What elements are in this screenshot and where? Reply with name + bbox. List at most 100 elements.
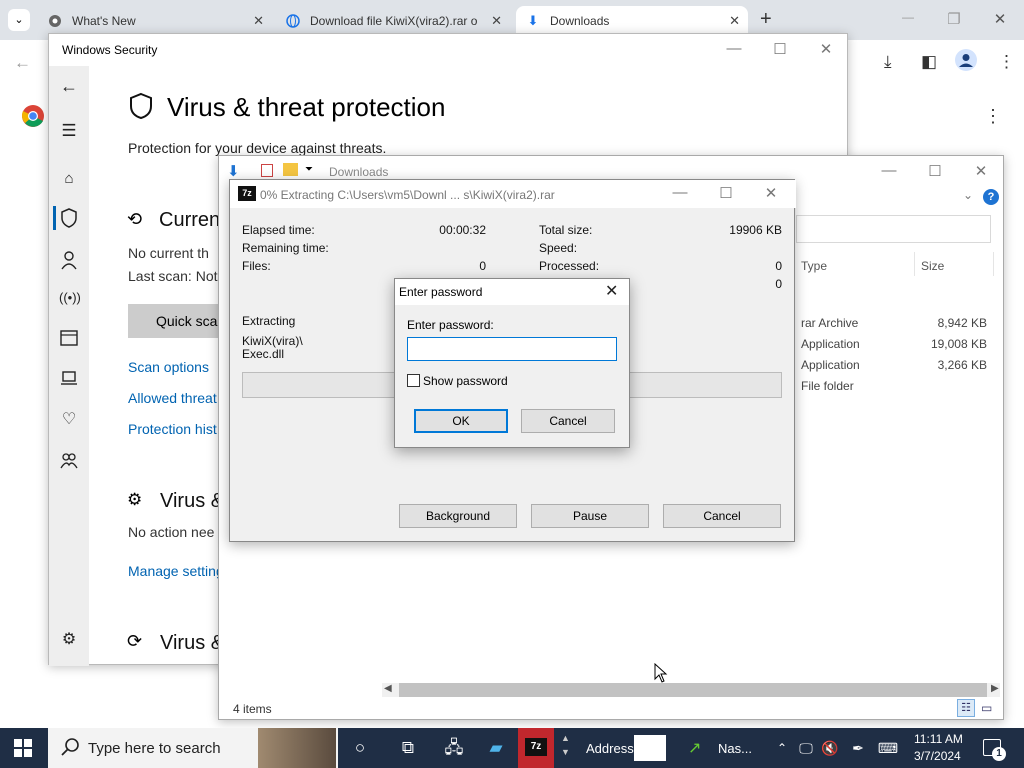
7zip-logo-icon: 7z [238,186,256,201]
ws-title: Windows Security [62,43,158,57]
task-view-icon[interactable]: ⧉ [396,736,420,760]
tab-close-button[interactable]: ✕ [729,13,740,29]
nas-app-icon[interactable]: ↗ [688,738,701,758]
cancel-button[interactable]: Cancel [521,409,615,433]
taskbar-scroll-icon[interactable]: ▲ ▼ [561,731,570,759]
ws-minimize-button[interactable]: — [724,40,744,57]
scrollbar-thumb[interactable] [399,683,987,697]
folder-icon[interactable] [283,163,298,176]
tab-close-button[interactable]: ✕ [253,13,264,29]
quick-access-dropdown-icon[interactable]: ⏷ [305,164,313,175]
extracting-label: Extracting [242,314,296,328]
manage-settings-link[interactable]: Manage setting [128,563,224,579]
details-view-icon[interactable]: ☷ [957,699,975,717]
download-icon[interactable]: ⤓ [884,52,892,72]
current-threats-heading: Curren [159,209,221,231]
app-browser-icon[interactable] [59,329,79,349]
page-kebab-icon[interactable]: ⋮ [984,106,1002,127]
shield-icon[interactable] [59,208,79,228]
file-type: Application [801,358,860,372]
address-toolbar-label: Address [586,741,634,756]
network-tray-icon[interactable]: 🖵 [794,736,818,760]
tab-downloads[interactable]: ⬇ Downloads ✕ [516,6,748,36]
tab-label: Downloads [550,14,610,28]
current-path: KiwiX(vira)\ [242,334,303,348]
scroll-right-icon[interactable]: ▶ [991,683,999,694]
password-input[interactable] [407,337,617,361]
explorer-title: Downloads [329,165,389,179]
show-password-label[interactable]: Show password [423,374,508,388]
close-icon[interactable]: ✕ [605,281,618,301]
ok-button[interactable]: OK [414,409,508,433]
background-button[interactable]: Background [399,504,517,528]
settings-gear-icon[interactable]: ⚙ [59,629,79,649]
browser-close-button[interactable]: ✕ [990,10,1010,28]
family-icon[interactable] [59,451,79,471]
large-icons-view-icon[interactable]: ▭ [981,701,992,715]
page-title: Virus & threat protection [167,92,446,122]
enter-password-dialog: Enter password ✕ Enter password: Show pa… [394,278,630,448]
back-arrow-icon[interactable]: ← [14,53,31,73]
keyboard-icon[interactable]: ⌨ [876,736,900,760]
explorer-minimize-button[interactable]: — [879,162,899,179]
tab-whats-new[interactable]: What's New ✕ [38,6,272,36]
browser-minimize-button[interactable]: — [898,10,918,24]
zip-maximize-button[interactable]: ☐ [716,184,736,202]
account-icon[interactable] [59,250,79,270]
menu-kebab-icon[interactable]: ⋮ [998,52,1015,72]
zip-minimize-button[interactable]: — [670,184,690,201]
pen-icon[interactable]: ✒ [846,736,870,760]
new-tab-button[interactable]: + [760,8,772,31]
scroll-left-icon[interactable]: ◀ [384,683,392,694]
total-size-label: Total size: [539,223,593,237]
browser-restore-button[interactable]: ❐ [944,10,964,28]
tab-search-dropdown[interactable]: ⌄ [8,9,30,31]
properties-icon[interactable] [261,164,273,177]
ws-close-button[interactable]: ✕ [816,40,836,58]
explorer-close-button[interactable]: ✕ [971,162,991,180]
side-panel-icon[interactable]: ◧ [921,52,937,72]
speed-label: Speed: [539,241,578,255]
download-icon: ⬇ [527,13,539,28]
column-header-type[interactable]: Type [801,259,827,273]
taskbar-search-box[interactable]: Type here to search [48,728,338,768]
allowed-threats-link[interactable]: Allowed threat [128,390,217,406]
compressed-value: 0 [775,277,782,291]
volume-muted-icon[interactable]: 🔇 [818,736,842,760]
protection-settings-heading: Virus & [160,490,225,512]
clock-date[interactable]: 3/7/2024 [914,749,961,763]
zip-close-button[interactable]: ✕ [761,184,781,202]
tab-download-file[interactable]: Download file KiwiX(vira2).rar o ✕ [276,6,510,36]
tab-close-button[interactable]: ✕ [491,13,502,29]
column-header-size[interactable]: Size [921,259,944,273]
hidden-icons-chevron-icon[interactable]: ⌃ [770,736,794,760]
remote-desktop-icon[interactable]: ▰ [484,736,508,760]
cortana-circle-icon[interactable]: ○ [348,736,372,760]
health-heart-icon[interactable]: ♡ [59,409,79,429]
ribbon-expand-icon[interactable]: ⌄ [963,188,973,202]
status-item-count: 4 items [233,702,272,716]
profile-icon[interactable] [955,49,977,76]
network-app-icon[interactable]: 🖧 [442,736,466,760]
help-icon[interactable]: ? [983,189,999,205]
scan-options-link[interactable]: Scan options [128,359,209,375]
search-box[interactable] [796,215,991,243]
cancel-extract-button[interactable]: Cancel [663,504,781,528]
windows-start-icon[interactable] [14,739,32,760]
show-password-checkbox[interactable] [407,374,420,387]
home-icon[interactable]: ⌂ [59,170,79,190]
pw-titlebar: Enter password ✕ [395,279,629,305]
ws-maximize-button[interactable]: ☐ [770,40,790,58]
clock-time[interactable]: 11:11 AM [914,732,963,746]
pause-button[interactable]: Pause [531,504,649,528]
back-arrow-icon[interactable]: ← [59,76,79,96]
hamburger-icon[interactable]: ☰ [59,121,79,141]
network-icon[interactable]: ((•)) [59,290,81,310]
address-input[interactable] [634,735,666,761]
protection-history-link[interactable]: Protection hist [128,421,217,437]
search-icon [60,737,80,760]
nas-app-label[interactable]: Nas... [718,741,752,756]
device-security-icon[interactable] [59,369,79,389]
explorer-maximize-button[interactable]: ☐ [925,162,945,180]
current-file: Exec.dll [242,347,285,361]
